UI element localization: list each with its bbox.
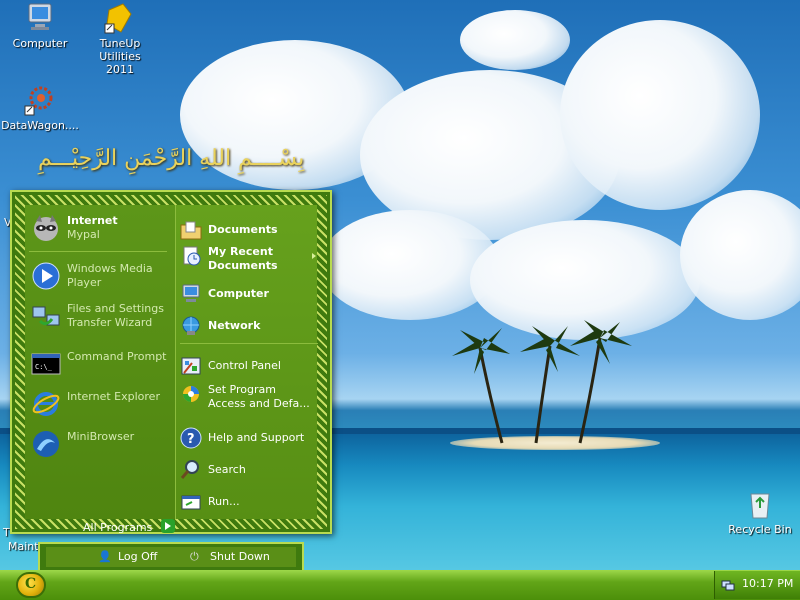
pinned-item-title: Internet — [67, 214, 118, 227]
run-icon — [180, 491, 202, 513]
network-icon — [180, 315, 202, 337]
bismillah-calligraphy: بِسْــــمِ اللهِ الرَّحْمَنِ الرَّحِيْــ… — [38, 146, 305, 171]
set-program-access-icon — [180, 383, 202, 405]
recent-item-command-prompt[interactable]: C:\_ Command Prompt — [31, 347, 171, 383]
power-icon: ⏻ — [190, 550, 199, 563]
system-item-label: Control Panel — [208, 359, 281, 372]
svg-text:C:\_: C:\_ — [35, 363, 53, 371]
cloud — [560, 20, 760, 210]
desktop-icon-datawagon[interactable]: DataWagon.... — [0, 84, 80, 132]
palm-trees — [452, 320, 632, 444]
system-item-label: Run... — [208, 495, 240, 508]
pinned-item-mypal[interactable]: Internet Mypal — [31, 211, 171, 247]
computer-icon — [180, 283, 202, 305]
pinned-item-subtitle: Mypal — [67, 228, 100, 241]
recent-item-minibrowser[interactable]: MiniBrowser — [31, 427, 171, 463]
transfer-wizard-icon — [31, 301, 61, 331]
shut-down-label: Shut Down — [210, 550, 270, 563]
start-menu: Internet Mypal Windows Media Player Files… — [10, 190, 332, 534]
network-tray-icon[interactable] — [721, 578, 735, 592]
tuneup-icon — [103, 2, 137, 34]
place-item-label: Computer — [208, 287, 269, 300]
cloud — [460, 10, 570, 70]
start-button[interactable]: C — [16, 572, 46, 598]
desktop-icon-label: Recycle Bin — [728, 523, 792, 536]
svg-text:?: ? — [187, 432, 195, 447]
recent-item-label: MiniBrowser — [67, 430, 135, 443]
help-icon: ? — [180, 427, 202, 449]
place-item-label: Documents — [208, 223, 278, 236]
desktop-icon-label: DataWagon.... — [1, 119, 79, 132]
recent-item-internet-explorer[interactable]: Internet Explorer — [31, 387, 171, 423]
all-programs-arrow-icon[interactable] — [161, 519, 175, 533]
taskbar — [0, 570, 800, 600]
separator — [180, 343, 318, 344]
partial-desktop-label-maint: Maint — [8, 540, 39, 553]
shut-down-button[interactable]: ⏻ Shut Down — [190, 550, 270, 563]
command-prompt-icon: C:\_ — [31, 349, 61, 379]
desktop-icon-tuneup[interactable]: TuneUp Utilities 2011 — [80, 2, 160, 76]
computer-icon — [23, 2, 57, 34]
start-button-label: C — [25, 576, 37, 592]
system-item-label: Help and Support — [208, 431, 305, 444]
desktop-icon-recycle-bin[interactable]: Recycle Bin — [720, 488, 800, 536]
start-menu-right-column: Documents My Recent Documents Computer N… — [175, 205, 318, 519]
desktop-icon-computer[interactable]: Computer — [0, 2, 80, 50]
search-icon — [180, 459, 202, 481]
place-item-label: Network — [208, 319, 261, 332]
recent-item-transfer-wizard[interactable]: Files and Settings Transfer Wizard — [31, 299, 171, 335]
taskbar-clock[interactable]: 10:17 PM — [742, 577, 793, 590]
desktop-icon-label: Computer — [12, 37, 68, 50]
all-programs-button[interactable]: All Programs — [83, 521, 152, 534]
datawagon-icon — [23, 84, 57, 116]
control-panel-icon — [180, 355, 202, 377]
start-menu-footer: 👤 Log Off ⏻ Shut Down — [38, 542, 304, 572]
log-off-icon: 👤 — [98, 550, 112, 563]
partial-desktop-label-t: T — [3, 526, 10, 539]
recent-item-windows-media-player[interactable]: Windows Media Player — [31, 259, 171, 295]
log-off-button[interactable]: 👤 Log Off — [98, 550, 158, 563]
recent-item-label: Files and Settings Transfer Wizard — [67, 302, 164, 329]
system-item-label: Set Program Access and Defa... — [208, 383, 310, 410]
recent-item-label: Command Prompt — [67, 350, 167, 363]
internet-explorer-icon — [31, 389, 61, 419]
log-off-label: Log Off — [118, 550, 158, 563]
start-menu-left-column: Internet Mypal Windows Media Player Files… — [25, 205, 175, 534]
windows-media-player-icon — [31, 261, 61, 291]
documents-folder-icon — [180, 219, 202, 241]
mypal-raccoon-icon — [31, 213, 61, 243]
recent-item-label: Windows Media Player — [67, 262, 153, 289]
place-item-label: My Recent Documents — [208, 245, 278, 272]
desktop-icon-label: TuneUp Utilities 2011 — [99, 37, 141, 76]
recycle-bin-icon — [743, 488, 777, 520]
submenu-arrow-icon — [312, 253, 316, 259]
cloud — [680, 190, 800, 320]
system-item-label: Search — [208, 463, 246, 476]
separator — [29, 251, 167, 252]
minibrowser-icon — [31, 429, 61, 459]
recent-documents-icon — [180, 245, 202, 267]
recent-item-label: Internet Explorer — [67, 390, 160, 403]
